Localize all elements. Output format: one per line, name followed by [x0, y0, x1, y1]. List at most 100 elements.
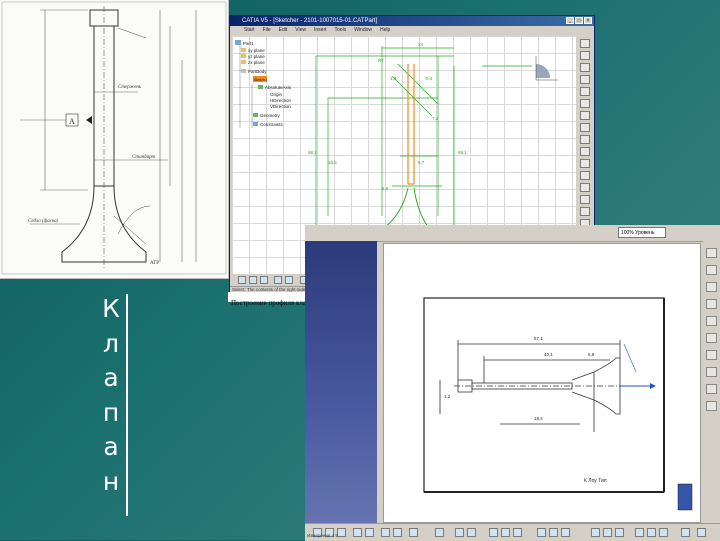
toolbar-button[interactable] — [697, 528, 706, 537]
drawing-sheet-graphics: 57,1 40,1 5,9 1,2 18,4 К Лоу Тип — [423, 297, 693, 511]
toolbar-button[interactable] — [513, 528, 522, 537]
dimension-label: 5,9 — [588, 352, 595, 357]
toolbar-button[interactable] — [580, 99, 590, 108]
toolbar-button[interactable] — [706, 384, 717, 394]
toolbar-button[interactable] — [591, 528, 600, 537]
toolbar-button[interactable] — [681, 528, 690, 537]
toolbar-button[interactable] — [706, 316, 717, 326]
tree-item: xy plane — [248, 48, 265, 53]
toolbar-button[interactable] — [706, 350, 717, 360]
dimension-label: R7 — [378, 58, 384, 63]
paper-label-a: A — [69, 117, 75, 126]
maximize-icon[interactable]: □ — [575, 17, 583, 24]
minimize-icon[interactable]: _ — [566, 17, 574, 24]
dimension-label: 7,2 — [432, 116, 439, 121]
toolbar-button[interactable] — [580, 171, 590, 180]
toolbar-button[interactable] — [580, 75, 590, 84]
toolbar-button[interactable] — [580, 183, 590, 192]
tree-item: HDirection — [270, 98, 292, 103]
toolbar-button[interactable] — [580, 123, 590, 132]
toolbar-button[interactable] — [353, 528, 362, 537]
valve-paper-sketch: A Стержень Стандарт Седло (фаска) АТР — [1, 1, 227, 275]
toolbar-button[interactable] — [706, 248, 717, 258]
catia-window-title: CATIA V5 - [Sketcher - 2101-1007015-01.C… — [242, 18, 378, 24]
toolbar-button[interactable] — [580, 195, 590, 204]
menu-tools[interactable]: Tools — [335, 26, 347, 35]
close-icon[interactable]: × — [584, 17, 592, 24]
dimension-label: 5,6 — [382, 186, 389, 191]
drawing-sheet[interactable]: 57,1 40,1 5,9 1,2 18,4 К Лоу Тип — [383, 243, 701, 523]
toolbar-button[interactable] — [393, 528, 402, 537]
toolbar-button[interactable] — [706, 401, 717, 411]
toolbar-button[interactable] — [603, 528, 612, 537]
window-controls: _ □ × — [566, 17, 592, 24]
valve-profile — [407, 64, 415, 185]
drawing-side-panel — [305, 241, 377, 523]
menu-file[interactable]: File — [263, 26, 271, 35]
toolbar-button[interactable] — [561, 528, 570, 537]
toolbar-button[interactable] — [337, 528, 346, 537]
compass-icon[interactable] — [535, 56, 558, 81]
toolbar-button[interactable] — [365, 528, 374, 537]
toolbar-button[interactable] — [549, 528, 558, 537]
toolbar-button[interactable] — [659, 528, 668, 537]
toolbar-button[interactable] — [580, 87, 590, 96]
title-divider — [126, 294, 128, 516]
toolbar-button[interactable] — [706, 367, 717, 377]
toolbar-button[interactable] — [274, 276, 282, 284]
toolbar-button[interactable] — [501, 528, 510, 537]
title-letter: а — [103, 432, 119, 461]
toolbar-button[interactable] — [580, 207, 590, 216]
toolbar-button[interactable] — [580, 111, 590, 120]
toolbar-button[interactable] — [580, 51, 590, 60]
toolbar-button[interactable] — [706, 333, 717, 343]
toolbar-button[interactable] — [260, 276, 268, 284]
toolbar-button[interactable] — [455, 528, 464, 537]
toolbar-button[interactable] — [249, 276, 257, 284]
toolbar-button[interactable] — [435, 528, 444, 537]
toolbar-button[interactable] — [285, 276, 293, 284]
toolbar-button[interactable] — [706, 265, 717, 275]
tree-item: Origin — [270, 92, 283, 97]
toolbar-button[interactable] — [580, 63, 590, 72]
title-letter: л — [103, 328, 119, 358]
menu-help[interactable]: Help — [380, 26, 390, 35]
title-letter: К — [102, 294, 120, 323]
catia-titlebar[interactable]: CATIA V5 - [Sketcher - 2101-1007015-01.C… — [230, 16, 594, 26]
dimension-label: 40,1 — [544, 352, 553, 357]
toolbar-button[interactable] — [706, 282, 717, 292]
paper-label-atr: АТР — [150, 261, 159, 266]
toolbar-button[interactable] — [409, 528, 418, 537]
title-letters: К л а п а н — [96, 292, 126, 499]
toolbar-button[interactable] — [381, 528, 390, 537]
toolbar-button[interactable] — [580, 135, 590, 144]
dimension-label: 5,7 — [418, 160, 425, 165]
tree-item: Constraints — [260, 122, 284, 127]
menu-start[interactable]: Start — [244, 26, 255, 35]
menu-edit[interactable]: Edit — [279, 26, 288, 35]
title-letter: н — [102, 466, 120, 496]
paper-drawing: A Стержень Стандарт Седло (фаска) АТР — [0, 0, 229, 279]
menu-insert[interactable]: Insert — [314, 26, 327, 35]
toolbar-button[interactable] — [580, 147, 590, 156]
zoom-select[interactable]: 100% Уровень — [618, 227, 666, 238]
dimension-label: 68,1 — [458, 150, 467, 155]
dimension-label: 57,1 — [534, 336, 543, 341]
toolbar-button[interactable] — [706, 299, 717, 309]
toolbar-button[interactable] — [537, 528, 546, 537]
dimension-label: 24 — [418, 42, 424, 47]
view-cube-icon[interactable] — [677, 483, 693, 511]
toolbar-button[interactable] — [615, 528, 624, 537]
toolbar-button[interactable] — [580, 39, 590, 48]
menu-window[interactable]: Window — [354, 26, 372, 35]
toolbar-button[interactable] — [489, 528, 498, 537]
dimension-label: 0,4 — [426, 76, 433, 81]
toolbar-button[interactable] — [635, 528, 644, 537]
toolbar-button[interactable] — [238, 276, 246, 284]
toolbar-button[interactable] — [647, 528, 656, 537]
dimension-label: 1,2 — [444, 394, 451, 399]
menu-view[interactable]: View — [295, 26, 306, 35]
dimension-label: 18,4 — [534, 416, 543, 421]
toolbar-button[interactable] — [580, 159, 590, 168]
toolbar-button[interactable] — [467, 528, 476, 537]
